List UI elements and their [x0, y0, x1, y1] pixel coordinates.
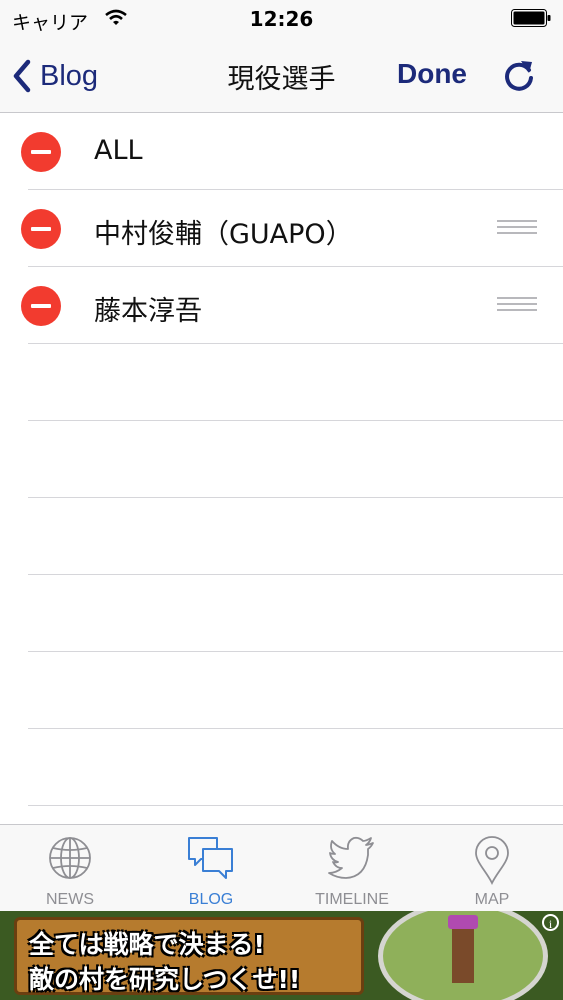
tab-map-label: MAP [474, 891, 510, 908]
tab-news[interactable]: NEWS [0, 825, 140, 912]
status-bar: キャリア 12:26 [0, 0, 563, 38]
delete-button[interactable] [21, 286, 61, 326]
status-time: 12:26 [249, 7, 314, 31]
ad-text-board: 全ては戦略で決まる! 敵の村を研究しつくせ!! [14, 917, 364, 995]
ad-headline: 全ては戦略で決まる! [29, 930, 265, 959]
tab-blog-label: BLOG [188, 891, 234, 908]
ad-subheadline: 敵の村を研究しつくせ!! [29, 965, 301, 994]
list-item-label: 中村俊輔（GUAPO） [94, 219, 353, 250]
empty-row [0, 344, 563, 421]
tab-timeline[interactable]: TIMELINE [282, 825, 422, 912]
tab-bar: NEWS BLOG TIMELINE MAP [0, 824, 563, 912]
globe-icon [49, 837, 91, 879]
refresh-icon[interactable] [500, 56, 538, 94]
ad-tower-image [448, 915, 478, 983]
ad-banner[interactable]: 全ては戦略で決まる! 敵の村を研究しつくせ!! i [0, 911, 563, 1000]
map-pin-icon [475, 836, 509, 885]
delete-button[interactable] [21, 132, 61, 172]
tab-map[interactable]: MAP [422, 825, 562, 912]
chat-bubbles-icon [188, 837, 233, 879]
ad-info-icon[interactable]: i [542, 914, 559, 931]
list-item-label: 藤本淳吾 [94, 296, 202, 327]
list-item[interactable]: ALL [0, 113, 563, 190]
twitter-bird-icon [328, 836, 374, 879]
battery-icon [511, 9, 551, 27]
done-button[interactable]: Done [397, 58, 467, 90]
reorder-handle-icon[interactable] [497, 297, 537, 311]
divider [28, 805, 563, 806]
list-item[interactable]: 藤本淳吾 [0, 267, 563, 344]
empty-row [0, 652, 563, 729]
empty-row [0, 729, 563, 806]
tab-blog[interactable]: BLOG [141, 825, 281, 912]
tab-news-label: NEWS [46, 891, 94, 908]
navigation-bar: Blog 現役選手 Done [0, 38, 563, 113]
empty-row [0, 575, 563, 652]
player-list: ALL 中村俊輔（GUAPO） 藤本淳吾 [0, 113, 563, 806]
page-title: 現役選手 [227, 64, 336, 95]
delete-button[interactable] [21, 209, 61, 249]
reorder-handle-icon[interactable] [497, 220, 537, 234]
list-item[interactable]: 中村俊輔（GUAPO） [0, 190, 563, 267]
list-item-label: ALL [94, 135, 143, 166]
empty-row [0, 498, 563, 575]
empty-row [0, 421, 563, 498]
tab-timeline-label: TIMELINE [315, 891, 389, 908]
